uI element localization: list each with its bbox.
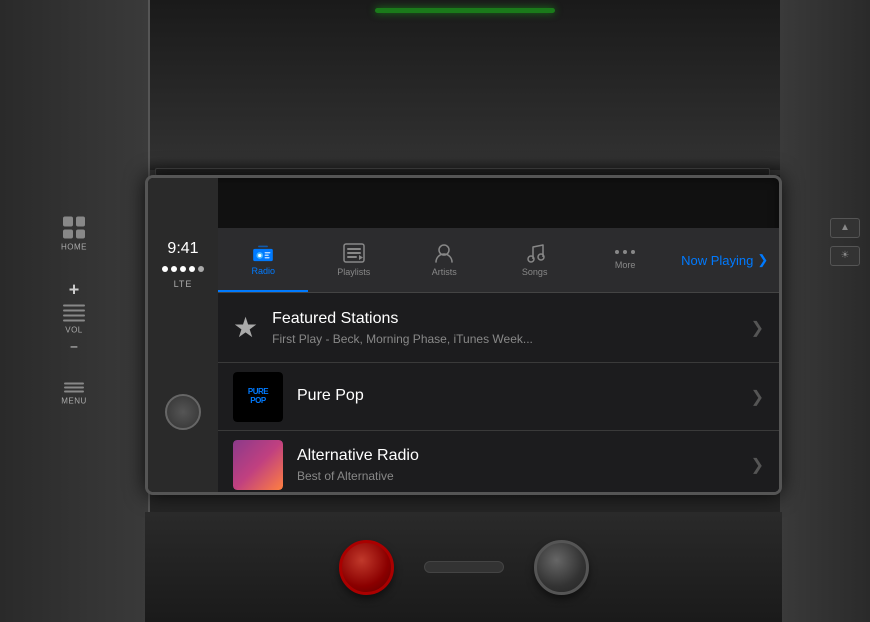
- featured-chevron: ❯: [751, 318, 764, 338]
- alt-radio-chevron: ❯: [751, 455, 764, 475]
- car-frame: HOME + VOL − MENU: [0, 0, 870, 622]
- pure-pop-title: Pure Pop: [297, 386, 743, 407]
- tab-now-playing[interactable]: Now Playing ❯: [670, 228, 779, 292]
- more-dots-icon: [615, 250, 635, 254]
- screen-main: Radio Playlists: [218, 228, 779, 492]
- featured-text: Featured Stations First Play - Beck, Mor…: [272, 309, 742, 346]
- home-label: HOME: [61, 243, 87, 252]
- pure-pop-thumb: PURE POP: [233, 372, 283, 422]
- songs-icon: [525, 243, 545, 263]
- pure-pop-chevron: ❯: [751, 387, 764, 407]
- screen-left-controls: 9:41 LTE: [148, 178, 218, 492]
- lte-label: LTE: [174, 279, 193, 289]
- status-time: 9:41: [167, 240, 198, 258]
- signal-dot-3: [180, 266, 186, 272]
- dash-top: [150, 0, 780, 175]
- tab-artists[interactable]: Artists: [399, 228, 489, 292]
- right-knob[interactable]: [534, 540, 589, 595]
- signal-dot-1: [162, 266, 168, 272]
- list-item-alt-radio[interactable]: Alternative Radio Best of Alternative ❯: [218, 431, 779, 492]
- menu-button[interactable]: MENU: [61, 383, 87, 406]
- screen-home-button[interactable]: [165, 394, 201, 430]
- now-playing-chevron: ❯: [757, 252, 768, 268]
- signal-dot-2: [171, 266, 177, 272]
- signal-dot-5: [198, 266, 204, 272]
- tab-more[interactable]: More: [580, 228, 670, 292]
- tab-playlists-label: Playlists: [337, 267, 370, 277]
- now-playing-label: Now Playing: [681, 253, 753, 268]
- right-car-panel: ▲ ☀: [780, 0, 870, 622]
- tab-songs[interactable]: Songs: [489, 228, 579, 292]
- volume-control[interactable]: + VOL −: [63, 280, 85, 355]
- signal-dot-4: [189, 266, 195, 272]
- star-icon: ★: [233, 311, 258, 344]
- alt-radio-thumb: [233, 440, 283, 490]
- signal-dots: [162, 266, 204, 272]
- tab-songs-label: Songs: [522, 267, 548, 277]
- tab-artists-label: Artists: [432, 267, 457, 277]
- vol-plus-icon: +: [69, 280, 80, 301]
- featured-title: Featured Stations: [272, 309, 742, 330]
- artists-icon: [433, 243, 455, 263]
- vol-label: VOL: [65, 326, 83, 335]
- tab-bar: Radio Playlists: [218, 228, 779, 293]
- left-car-panel: HOME + VOL − MENU: [0, 0, 150, 622]
- screen-bezel: 9:41 LTE: [145, 175, 782, 495]
- menu-label: MENU: [61, 397, 87, 406]
- list-item-featured[interactable]: ★ Featured Stations First Play - Beck, M…: [218, 293, 779, 363]
- radio-icon: [251, 244, 275, 262]
- alt-radio-text: Alternative Radio Best of Alternative: [297, 446, 743, 483]
- tab-radio[interactable]: Radio: [218, 228, 308, 292]
- alt-radio-title: Alternative Radio: [297, 446, 743, 467]
- left-knob[interactable]: [339, 540, 394, 595]
- alt-radio-subtitle: Best of Alternative: [297, 469, 677, 483]
- featured-subtitle: First Play - Beck, Morning Phase, iTunes…: [272, 332, 652, 346]
- home-button[interactable]: HOME: [61, 217, 87, 252]
- vol-minus-icon: −: [70, 339, 78, 355]
- station-list: ★ Featured Stations First Play - Beck, M…: [218, 293, 779, 492]
- tab-more-label: More: [615, 260, 636, 270]
- dash-bottom: [145, 512, 782, 622]
- list-item-pure-pop[interactable]: PURE POP Pure Pop ❯: [218, 363, 779, 431]
- playlists-icon: [343, 243, 365, 263]
- tab-playlists[interactable]: Playlists: [308, 228, 398, 292]
- tab-radio-label: Radio: [251, 266, 275, 276]
- center-strip: [424, 561, 504, 573]
- pure-pop-text: Pure Pop: [297, 386, 743, 407]
